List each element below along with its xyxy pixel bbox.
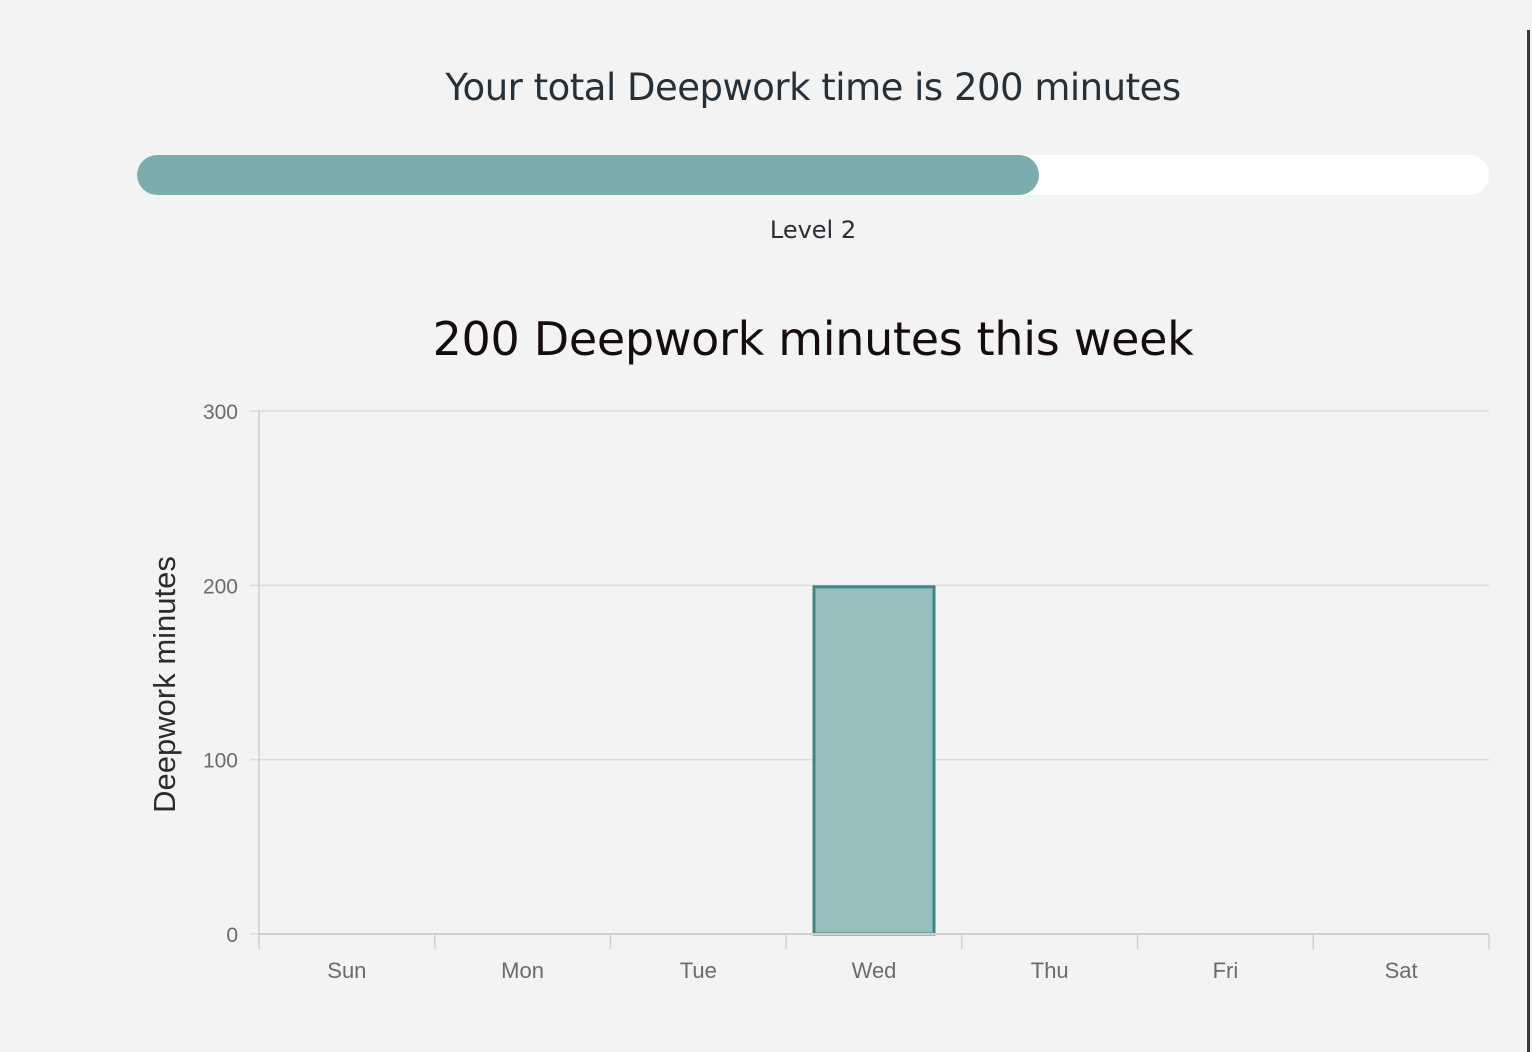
x-tick-label: Thu [1031,958,1069,983]
x-tick-label: Fri [1213,958,1239,983]
x-tick-label: Tue [680,958,717,983]
y-tick-label: 0 [226,924,238,947]
bar-wed[interactable] [812,585,936,936]
x-tick-label: Sat [1385,958,1418,983]
y-tick-label: 100 [203,750,238,773]
bars [812,585,936,936]
x-tick-label: Wed [852,958,897,983]
total-deepwork-title: Your total Deepwork time is 200 minutes [445,66,1181,109]
tick-labels: 0 100 200 300 Sun Mon Tue Wed Thu Fri Sat [203,401,1418,983]
chart-title: 200 Deepwork minutes this week [432,312,1194,366]
y-tick-label: 200 [203,575,238,598]
x-tick-label: Mon [501,958,544,983]
level-progress-bar [137,155,1489,195]
weekly-deepwork-chart: 0 100 200 300 Sun Mon Tue Wed Thu Fri Sat Deepwork… [147,401,1490,983]
x-tick-label: Sun [327,958,366,983]
y-axis-label: Deepwork minutes [147,556,182,813]
y-tick-label: 300 [203,401,238,424]
level-progress-fill [137,155,1039,195]
level-label: Level 2 [769,216,857,244]
